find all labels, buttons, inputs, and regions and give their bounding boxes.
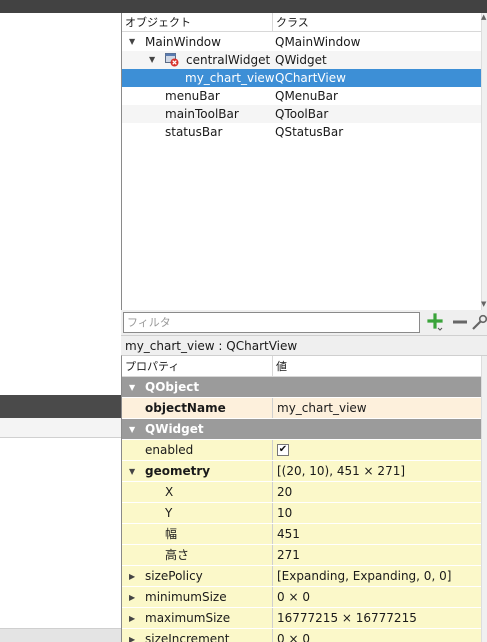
form-editor-area[interactable]: [0, 13, 121, 395]
tree-object-class: QChartView: [275, 71, 346, 85]
expand-arrow-icon[interactable]: ▶: [129, 587, 135, 608]
property-row-geometry[interactable]: ▼ geometry [(20, 10), 451 × 271]: [122, 461, 482, 482]
scroll-down-icon[interactable]: ▼: [481, 300, 486, 308]
add-icon[interactable]: [426, 313, 444, 331]
property-name: X: [165, 485, 174, 499]
expand-arrow-icon[interactable]: ▼: [149, 51, 155, 69]
property-column-header[interactable]: プロパティ: [122, 356, 272, 377]
property-name: sizeIncrement: [145, 632, 230, 642]
property-value[interactable]: [Expanding, Expanding, 0, 0]: [272, 566, 482, 586]
property-row-width[interactable]: 幅 451: [122, 524, 482, 545]
object-column-header[interactable]: オブジェクト: [122, 13, 272, 32]
scroll-up-icon[interactable]: ▲: [481, 13, 486, 21]
tree-object-name: mainToolBar: [165, 107, 239, 121]
property-name: objectName: [145, 401, 226, 415]
property-editor-scrollbar[interactable]: [481, 356, 487, 642]
resource-panel: [0, 438, 121, 628]
property-row-sizepolicy[interactable]: ▶ sizePolicy [Expanding, Expanding, 0, 0…: [122, 566, 482, 587]
tree-object-class: QMenuBar: [275, 89, 338, 103]
filter-input[interactable]: フィルタ: [123, 312, 420, 333]
object-inspector: オブジェクト クラス ▼ MainWindow QMainWindow ▼ ce…: [121, 13, 487, 310]
dock-tab-strip: [0, 418, 121, 438]
tree-object-class: QStatusBar: [275, 125, 344, 139]
tree-row-mainwindow[interactable]: ▼ MainWindow QMainWindow: [122, 33, 482, 51]
property-row-height[interactable]: 高さ 271: [122, 545, 482, 566]
property-editor: プロパティ 値 ▼ QObject objectName my_chart_vi…: [121, 355, 487, 642]
property-value[interactable]: [(20, 10), 451 × 271]: [272, 461, 482, 481]
tree-object-name: my_chart_view: [185, 71, 275, 85]
tree-object-name: centralWidget: [186, 53, 271, 67]
property-row-objectname[interactable]: objectName my_chart_view: [122, 398, 482, 419]
dock-title-bar: [0, 395, 121, 418]
property-name: 幅: [165, 527, 178, 541]
tree-object-name: statusBar: [165, 125, 223, 139]
property-name: maximumSize: [145, 611, 231, 625]
tree-object-class: QWidget: [275, 53, 327, 67]
tree-row-my-chart-view[interactable]: my_chart_view QChartView: [122, 69, 482, 87]
title-bar: [0, 0, 487, 13]
property-value[interactable]: 16777215 × 16777215: [272, 608, 482, 628]
expand-arrow-icon[interactable]: ▶: [129, 629, 135, 642]
property-name: Y: [165, 506, 173, 520]
filter-toolbar: フィルタ: [121, 310, 487, 335]
property-name: enabled: [145, 443, 194, 457]
value-column-header[interactable]: 値: [272, 356, 482, 377]
expand-arrow-icon[interactable]: ▶: [129, 608, 135, 629]
remove-icon[interactable]: [451, 313, 469, 331]
property-value[interactable]: 0 × 0: [272, 629, 482, 642]
tree-row-centralwidget[interactable]: ▼ centralWidget QWidget: [122, 51, 482, 69]
property-value[interactable]: 271: [272, 545, 482, 565]
tree-row-maintoolbar[interactable]: mainToolBar QToolBar: [122, 105, 482, 123]
widget-error-icon: [165, 53, 179, 67]
horizontal-scrollbar[interactable]: [0, 628, 121, 642]
property-value[interactable]: 10: [272, 503, 482, 523]
group-qwidget[interactable]: ▼ QWidget: [122, 419, 482, 440]
property-row-minimumsize[interactable]: ▶ minimumSize 0 × 0: [122, 587, 482, 608]
property-row-enabled[interactable]: enabled ✔: [122, 440, 482, 461]
tree-row-menubar[interactable]: menuBar QMenuBar: [122, 87, 482, 105]
configure-icon[interactable]: [471, 313, 487, 331]
property-value[interactable]: my_chart_view: [272, 398, 482, 418]
property-row-sizeincrement[interactable]: ▶ sizeIncrement 0 × 0: [122, 629, 482, 642]
property-row-x[interactable]: X 20: [122, 482, 482, 503]
property-row-maximumsize[interactable]: ▶ maximumSize 16777215 × 16777215: [122, 608, 482, 629]
property-value[interactable]: 20: [272, 482, 482, 502]
collapse-arrow-icon[interactable]: ▼: [129, 377, 135, 398]
expand-arrow-icon[interactable]: ▼: [129, 33, 135, 51]
property-value: ✔: [272, 440, 482, 460]
tree-object-class: QMainWindow: [275, 35, 361, 49]
enabled-checkbox[interactable]: ✔: [277, 444, 289, 456]
class-column-header[interactable]: クラス: [272, 13, 482, 32]
tree-row-statusbar[interactable]: statusBar QStatusBar: [122, 123, 482, 141]
tree-object-name: menuBar: [165, 89, 220, 103]
tree-object-name: MainWindow: [145, 35, 221, 49]
collapse-arrow-icon[interactable]: ▼: [129, 419, 135, 440]
property-name: geometry: [145, 464, 211, 478]
group-label: QWidget: [145, 422, 204, 436]
group-label: QObject: [145, 380, 200, 394]
property-name: sizePolicy: [145, 569, 203, 583]
expand-arrow-icon[interactable]: ▶: [129, 566, 135, 587]
selected-object-label: my_chart_view : QChartView: [121, 335, 487, 355]
property-value[interactable]: 0 × 0: [272, 587, 482, 607]
property-row-y[interactable]: Y 10: [122, 503, 482, 524]
property-name: minimumSize: [145, 590, 227, 604]
group-qobject[interactable]: ▼ QObject: [122, 377, 482, 398]
object-inspector-scrollbar[interactable]: ▲ ▼: [481, 13, 487, 310]
tree-object-class: QToolBar: [275, 107, 329, 121]
collapse-arrow-icon[interactable]: ▼: [129, 461, 135, 482]
property-name: 高さ: [165, 548, 190, 562]
property-value[interactable]: 451: [272, 524, 482, 544]
